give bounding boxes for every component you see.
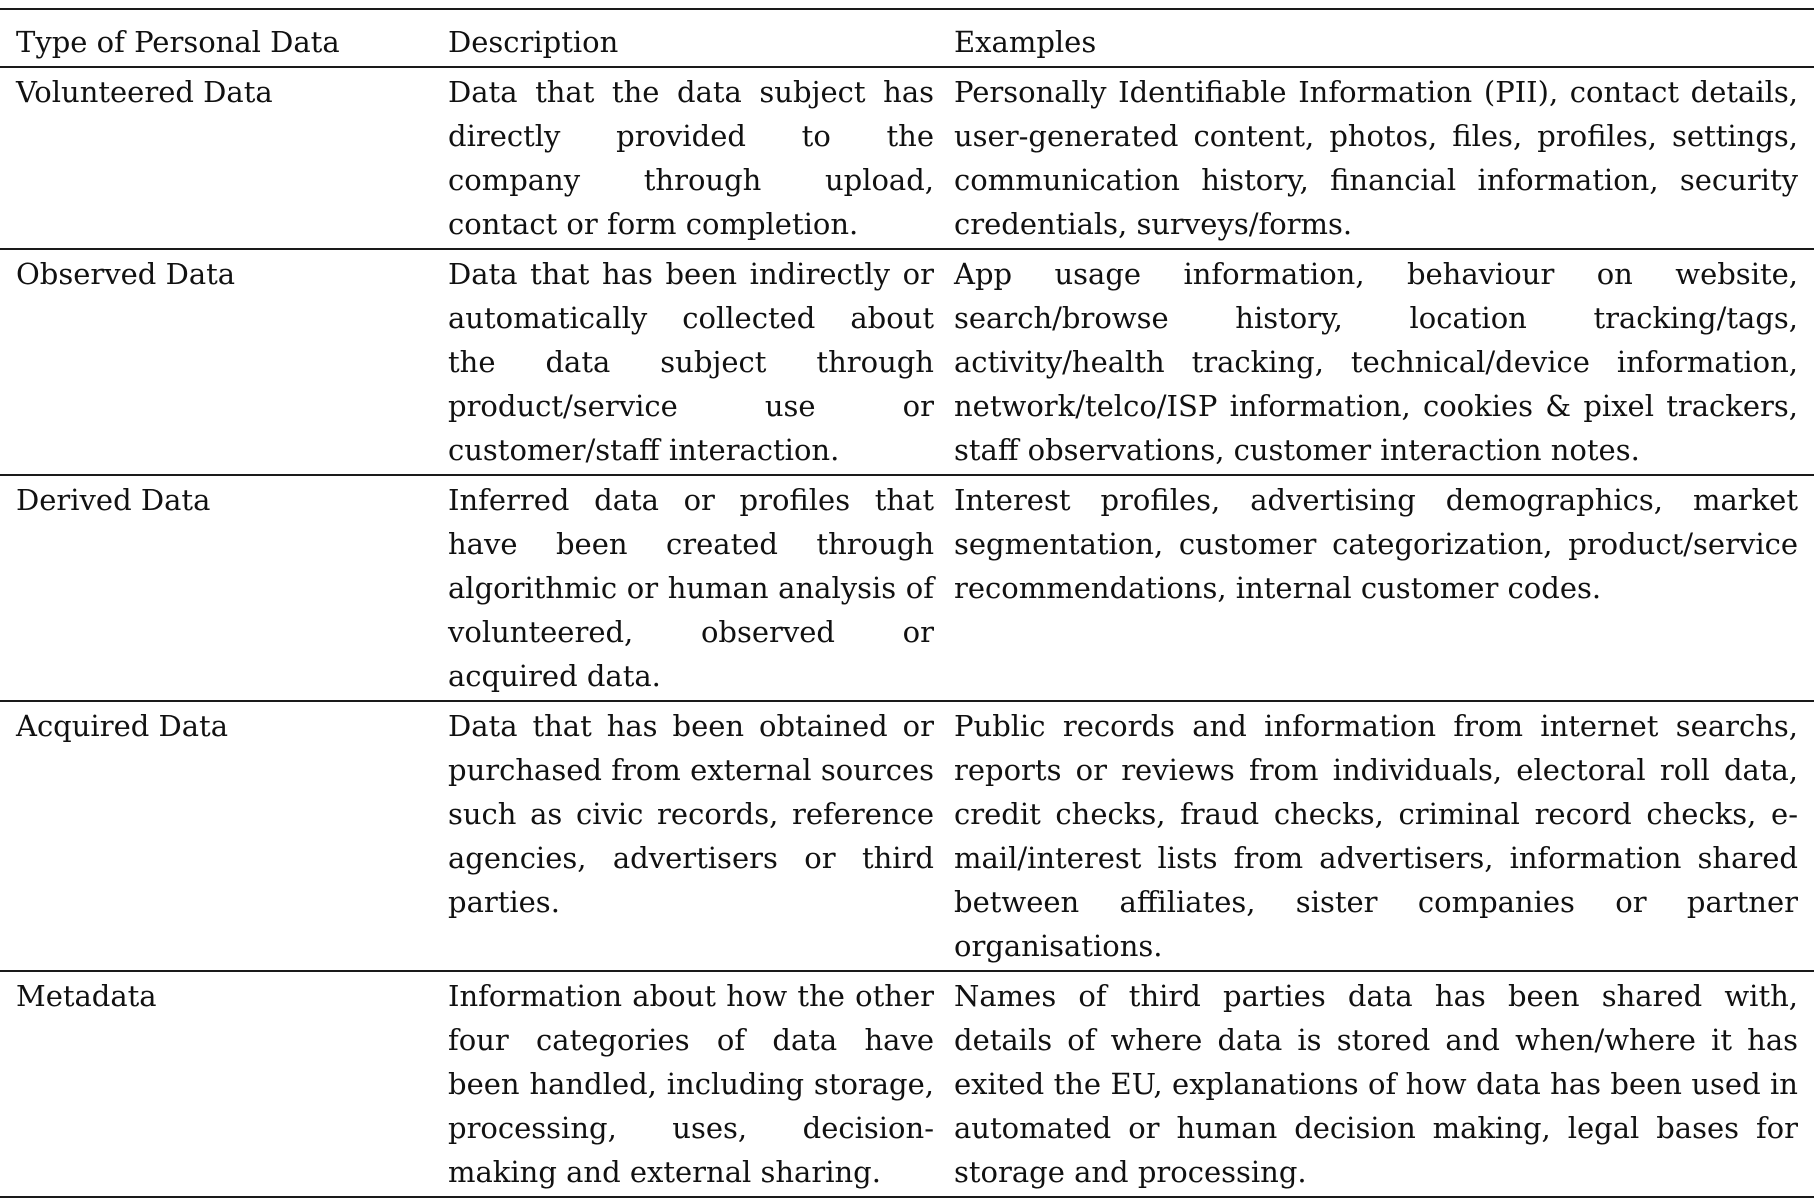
row-description-cell: Information about how the other four cat… (448, 979, 934, 1189)
table-row: Observed Data Data that has been indirec… (0, 249, 1814, 475)
row-type-cell: Derived Data (16, 483, 211, 517)
row-examples-cell: Interest profiles, advertising demograph… (954, 483, 1798, 605)
header-examples: Examples (954, 25, 1097, 59)
table-row: Volunteered Data Data that the data subj… (0, 67, 1814, 249)
row-examples-cell: Public records and information from inte… (954, 709, 1798, 963)
header-description: Description (448, 25, 619, 59)
row-description-cell: Data that has been obtained or purchased… (448, 709, 934, 919)
table-row: Acquired Data Data that has been obtaine… (0, 701, 1814, 971)
table-header: Type of Personal Data Description Exampl… (0, 9, 1814, 67)
row-examples-cell: Names of third parties data has been sha… (954, 979, 1798, 1189)
row-type-cell: Metadata (16, 979, 157, 1013)
row-type-cell: Volunteered Data (16, 75, 273, 109)
row-description-cell: Data that has been indirectly or automat… (448, 257, 934, 467)
row-examples-cell: App usage information, behaviour on webs… (954, 257, 1798, 467)
row-examples-cell: Personally Identifiable Information (PII… (954, 75, 1798, 241)
table-row: Metadata Information about how the other… (0, 971, 1814, 1197)
personal-data-table-container: Type of Personal Data Description Exampl… (0, 0, 1814, 1197)
row-description-cell: Inferred data or profiles that have been… (448, 483, 934, 693)
table-row: Derived Data Inferred data or profiles t… (0, 475, 1814, 701)
table-body: Volunteered Data Data that the data subj… (0, 67, 1814, 1197)
header-type: Type of Personal Data (16, 25, 340, 59)
row-type-cell: Observed Data (16, 257, 236, 291)
row-description-cell: Data that the data subject has directly … (448, 75, 934, 241)
personal-data-table: Type of Personal Data Description Exampl… (0, 8, 1814, 1198)
row-type-cell: Acquired Data (16, 709, 228, 743)
header-row: Type of Personal Data Description Exampl… (0, 9, 1814, 67)
